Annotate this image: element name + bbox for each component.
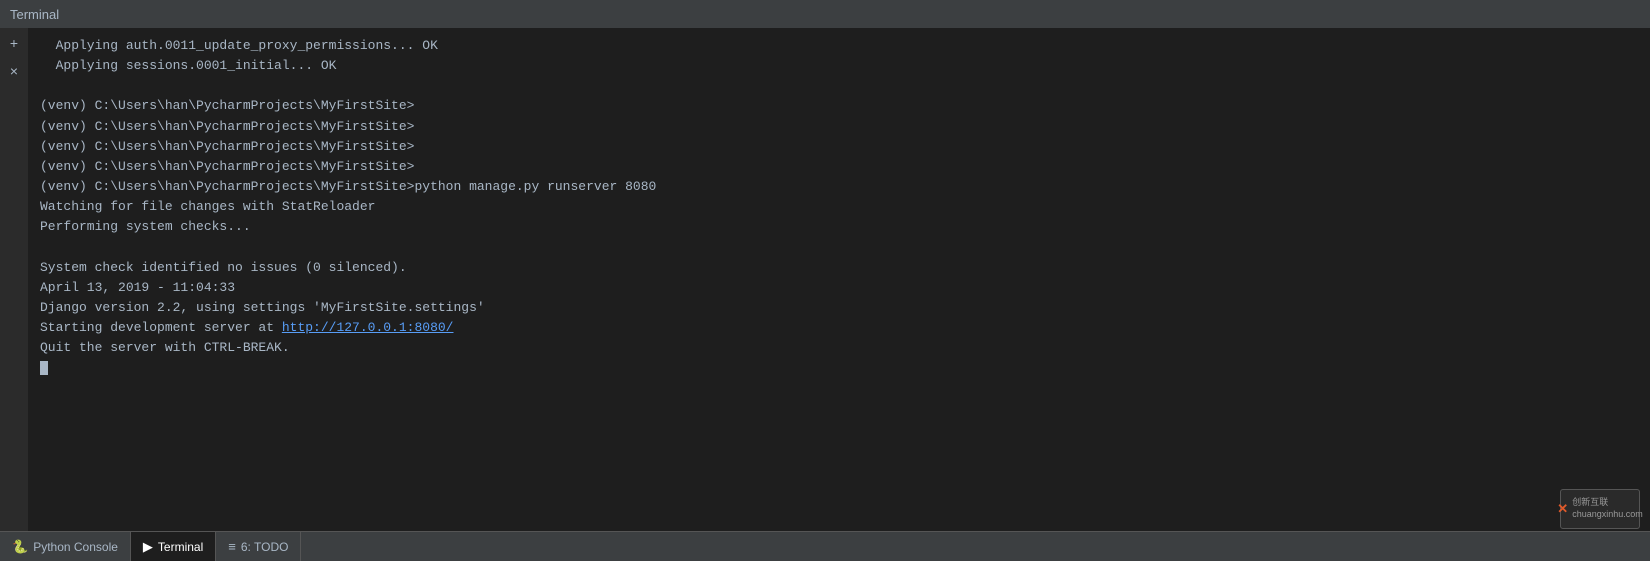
todo-tab-icon: ≡ bbox=[228, 539, 236, 554]
tab-python-console[interactable]: 🐍 Python Console bbox=[0, 532, 131, 561]
terminal-line: System check identified no issues (0 sil… bbox=[40, 258, 1638, 278]
terminal-line: Quit the server with CTRL-BREAK. bbox=[40, 338, 1638, 358]
terminal-line-empty bbox=[40, 237, 1638, 257]
tab-todo[interactable]: ≡ 6: TODO bbox=[216, 532, 301, 561]
watermark-text: 创新互联 chuangxinhu.com bbox=[1572, 497, 1643, 520]
terminal-wrapper: Terminal + × Applying auth.0011_update_p… bbox=[0, 0, 1650, 561]
watermark-icon: ✕ bbox=[1557, 501, 1568, 517]
python-console-tab-label: Python Console bbox=[33, 540, 118, 554]
python-console-tab-icon: 🐍 bbox=[12, 539, 28, 555]
terminal-tab-icon: ▶ bbox=[143, 539, 153, 555]
add-session-button[interactable]: + bbox=[3, 34, 25, 56]
terminal-line: Starting development server at http://12… bbox=[40, 318, 1638, 338]
terminal-line: (venv) C:\Users\han\PycharmProjects\MyFi… bbox=[40, 177, 1638, 197]
terminal-line: (venv) C:\Users\han\PycharmProjects\MyFi… bbox=[40, 157, 1638, 177]
terminal-line: (venv) C:\Users\han\PycharmProjects\MyFi… bbox=[40, 96, 1638, 116]
tab-terminal[interactable]: ▶ Terminal bbox=[131, 532, 216, 561]
terminal-line: (venv) C:\Users\han\PycharmProjects\MyFi… bbox=[40, 137, 1638, 157]
terminal-line: Performing system checks... bbox=[40, 217, 1638, 237]
terminal-line-empty bbox=[40, 76, 1638, 96]
todo-tab-label: 6: TODO bbox=[241, 540, 289, 554]
server-url-link[interactable]: http://127.0.0.1:8080/ bbox=[282, 320, 454, 335]
terminal-line: Applying auth.0011_update_proxy_permissi… bbox=[40, 36, 1638, 56]
close-session-button[interactable]: × bbox=[3, 62, 25, 84]
title-label: Terminal bbox=[10, 7, 59, 22]
terminal-body: + × Applying auth.0011_update_proxy_perm… bbox=[0, 28, 1650, 531]
watermark-badge: ✕ 创新互联 chuangxinhu.com bbox=[1560, 489, 1640, 529]
terminal-cursor-line bbox=[40, 358, 1638, 378]
terminal-line: April 13, 2019 - 11:04:33 bbox=[40, 278, 1638, 298]
sidebar-buttons: + × bbox=[0, 28, 28, 531]
terminal-output[interactable]: Applying auth.0011_update_proxy_permissi… bbox=[28, 28, 1650, 531]
terminal-line: Applying sessions.0001_initial... OK bbox=[40, 56, 1638, 76]
title-bar: Terminal bbox=[0, 0, 1650, 28]
terminal-line: (venv) C:\Users\han\PycharmProjects\MyFi… bbox=[40, 117, 1638, 137]
terminal-line: Watching for file changes with StatReloa… bbox=[40, 197, 1638, 217]
terminal-line: Django version 2.2, using settings 'MyFi… bbox=[40, 298, 1638, 318]
terminal-tab-label: Terminal bbox=[158, 540, 203, 554]
bottom-tabs: 🐍 Python Console ▶ Terminal ≡ 6: TODO bbox=[0, 531, 1650, 561]
